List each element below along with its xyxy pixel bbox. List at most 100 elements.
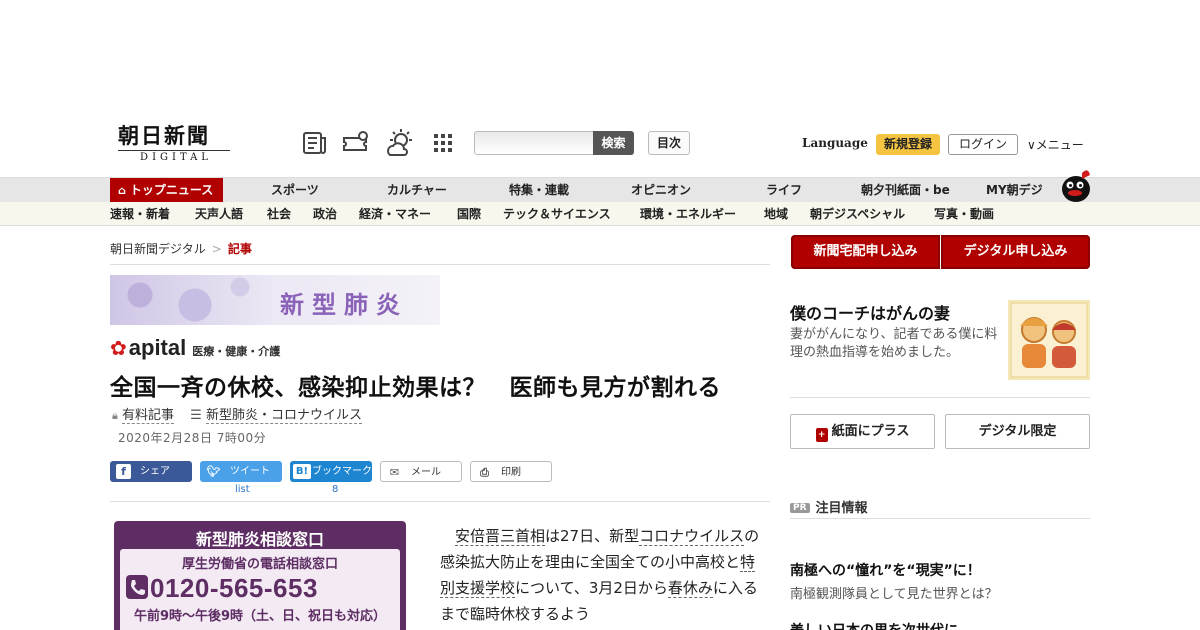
print-icon: ⎙ <box>480 466 489 479</box>
hatena-count[interactable]: 8 <box>332 484 338 495</box>
divider <box>790 518 1090 519</box>
nav-my-asadigi[interactable]: MY朝デジ <box>986 178 1043 203</box>
feature-thumbnail[interactable] <box>1008 300 1090 380</box>
newspaper-icon[interactable] <box>301 129 329 157</box>
share-label: ブックマーク <box>312 466 372 477</box>
pr-item-description: 南極観測隊員として見た世界とは？ <box>790 587 998 602</box>
nav-top-news[interactable]: ⌂ トップニュース <box>110 178 224 203</box>
feature-description: 妻ががんになり、記者である僕に料理の熱血指導を始めました。 <box>790 327 998 360</box>
body-text: について、3月2日から <box>515 579 668 597</box>
subnav-local[interactable]: 地域 <box>764 202 788 226</box>
topic-link[interactable]: 新型肺炎・コロナウイルス <box>205 408 362 424</box>
body-link[interactable]: コロナウイルス <box>639 527 745 546</box>
subnav-society[interactable]: 社会 <box>267 202 291 226</box>
pr-item-title[interactable]: 南極への“憧れ”を“現実”に！ <box>790 560 981 580</box>
hatena-icon: B! <box>293 464 311 479</box>
newspaper-delivery-button[interactable]: 新聞宅配申し込み <box>791 235 940 269</box>
subnav-international[interactable]: 国際 <box>457 202 481 226</box>
menu-button[interactable]: ∨メニュー <box>1027 136 1084 153</box>
consult-inner: 厚生労働省の電話相談窓口 0120-565-653 午前9時～午後9時（土、日、… <box>120 549 400 630</box>
body-link[interactable]: 春休み <box>667 579 713 598</box>
button-label: 紙面にプラス <box>831 424 910 439</box>
search-input[interactable] <box>474 131 594 155</box>
hatena-bookmark-button[interactable]: B! ブックマーク <box>290 461 372 482</box>
login-button[interactable]: ログイン <box>948 134 1018 155</box>
pr-heading: PR 注目情報 <box>790 497 868 516</box>
nav-paper[interactable]: 朝夕刊紙面・be <box>861 178 950 203</box>
apital-name: apital <box>128 335 187 360</box>
toc-button[interactable]: 目次 <box>648 131 690 155</box>
paper-plus-button[interactable]: + 紙面にプラス <box>790 414 935 449</box>
grid-menu-icon[interactable] <box>433 133 461 161</box>
list-icon: ☰ <box>190 408 202 423</box>
paid-article-label[interactable]: 有料記事 <box>122 408 175 424</box>
site-logo[interactable]: 朝日新聞 DIGITAL <box>118 124 230 164</box>
apital-brand[interactable]: ✿apital 医療・健康・介護 <box>110 335 280 361</box>
subnav-environment[interactable]: 環境・エネルギー <box>640 202 736 226</box>
article-body: 安倍晋三首相は27日、新型コロナウイルスの感染拡大防止を理由に全国全ての小中高校… <box>440 523 760 627</box>
digital-limited-button[interactable]: デジタル限定 <box>945 414 1090 449</box>
language-link[interactable]: Language <box>802 136 868 150</box>
article-meta: 🔒︎ 有料記事 ☰ 新型肺炎・コロナウイルス <box>112 404 362 424</box>
nav-sports[interactable]: スポーツ <box>271 178 319 203</box>
main-nav: ⌂ トップニュース スポーツ カルチャー 特集・連載 オピニオン ライフ 朝夕刊紙… <box>0 177 1200 203</box>
twitter-icon: 🐦︎ <box>206 465 221 478</box>
logo-main-text: 朝日新聞 <box>118 123 210 148</box>
subnav-special[interactable]: 朝デジスペシャル <box>810 202 905 226</box>
search-button[interactable]: 検索 <box>593 131 634 155</box>
mascot-icon[interactable] <box>1060 165 1092 203</box>
plus-badge-icon: + <box>815 428 828 442</box>
share-label: ツイート <box>230 466 270 477</box>
article-date: 2020年2月28日 7時00分 <box>118 431 267 445</box>
weather-icon[interactable] <box>386 129 414 157</box>
subnav-tenseijingo[interactable]: 天声人語 <box>195 202 243 226</box>
divider <box>790 397 1090 398</box>
print-button[interactable]: ⎙ 印刷 <box>470 461 552 482</box>
sub-nav: 速報・新着 天声人語 社会 政治 経済・マネー 国際 テック＆サイエンス 環境・… <box>0 202 1200 226</box>
topic-banner[interactable]: 新型肺炎 <box>110 275 440 325</box>
nav-life[interactable]: ライフ <box>766 178 802 203</box>
consult-title: 新型肺炎相談窓口 <box>195 530 324 549</box>
register-button[interactable]: 新規登録 <box>876 134 940 155</box>
article-headline: 全国一斉の休校、感染抑止効果は？ 医師も見方が割れる <box>110 375 721 401</box>
mail-icon: ✉ <box>389 466 400 479</box>
virus-illustration <box>110 275 270 325</box>
apital-logo-icon: ✿ <box>110 336 127 360</box>
subnav-economy[interactable]: 経済・マネー <box>359 202 431 226</box>
phone-icon <box>126 575 148 599</box>
breadcrumb-separator: > <box>211 242 222 256</box>
subnav-tech[interactable]: テック＆サイエンス <box>503 202 611 226</box>
feature-title[interactable]: 僕のコーチはがんの妻 <box>790 300 950 324</box>
consult-hours: 午前9時～午後9時（土、日、祝日も対応） <box>133 609 387 624</box>
apital-tag: 医療・健康・介護 <box>192 345 281 358</box>
ticket-icon[interactable] <box>342 129 370 157</box>
facebook-share-button[interactable]: f シェア <box>110 461 192 482</box>
home-icon: ⌂ <box>118 184 126 197</box>
subnav-photo[interactable]: 写真・動画 <box>934 202 994 226</box>
nav-label: トップニュース <box>129 183 214 197</box>
share-label: メール <box>411 467 441 478</box>
nav-opinion[interactable]: オピニオン <box>631 178 691 203</box>
pr-item-title[interactable]: 美しい日本の里を次世代に <box>790 620 958 630</box>
digital-subscribe-button[interactable]: デジタル申し込み <box>941 235 1090 269</box>
mail-share-button[interactable]: ✉ メール <box>380 461 462 482</box>
breadcrumb-current: 記事 <box>227 242 252 256</box>
divider <box>110 264 770 265</box>
logo-sub-text: DIGITAL <box>118 150 230 164</box>
share-label: シェア <box>140 466 170 477</box>
body-link[interactable]: 安倍晋三首相 <box>455 527 546 546</box>
subnav-latest[interactable]: 速報・新着 <box>110 202 170 226</box>
consult-org: 厚生労働省の電話相談窓口 <box>181 557 338 572</box>
subnav-politics[interactable]: 政治 <box>313 202 337 226</box>
consult-box[interactable]: 新型肺炎相談窓口 厚生労働省の電話相談窓口 0120-565-653 午前9時～… <box>114 521 406 630</box>
breadcrumb-home[interactable]: 朝日新聞デジタル <box>110 242 206 256</box>
topic-banner-text: 新型肺炎 <box>280 291 408 319</box>
nav-culture[interactable]: カルチャー <box>387 178 447 203</box>
twitter-count[interactable]: list <box>235 484 250 495</box>
breadcrumb: 朝日新聞デジタル > 記事 <box>110 240 252 257</box>
body-text: は27日、新型 <box>545 527 640 545</box>
nav-features[interactable]: 特集・連載 <box>509 178 569 203</box>
pr-badge: PR <box>790 503 810 513</box>
facebook-icon: f <box>116 464 131 479</box>
twitter-share-button[interactable]: 🐦︎ ツイート <box>200 461 282 482</box>
